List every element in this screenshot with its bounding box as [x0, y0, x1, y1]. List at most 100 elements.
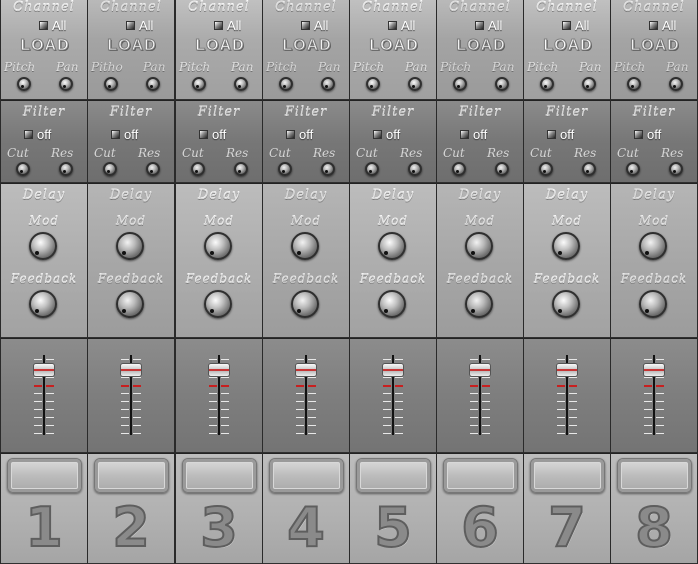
load-button[interactable]: LOAD	[18, 36, 72, 56]
feedback-knob[interactable]	[465, 290, 493, 318]
volume-fader[interactable]	[469, 363, 491, 377]
cut-knob[interactable]	[539, 162, 553, 176]
pitch-knob[interactable]	[192, 77, 206, 91]
pan-knob[interactable]	[669, 77, 683, 91]
res-knob[interactable]	[321, 162, 335, 176]
feedback-knob[interactable]	[204, 290, 232, 318]
cut-knob[interactable]	[103, 162, 117, 176]
delay-section: Delay Mod Feedback	[437, 184, 523, 338]
trigger-pad-button[interactable]	[530, 458, 605, 493]
fader-tick	[46, 385, 54, 387]
filter-toggle[interactable]: off	[199, 127, 226, 142]
all-toggle[interactable]: All	[126, 18, 153, 33]
load-button[interactable]: LOAD	[454, 36, 508, 56]
cut-knob[interactable]	[16, 162, 30, 176]
filter-section: Filter off Cut Res	[524, 101, 610, 183]
feedback-knob[interactable]	[552, 290, 580, 318]
res-knob[interactable]	[234, 162, 248, 176]
load-button[interactable]: LOAD	[541, 36, 595, 56]
mod-knob[interactable]	[204, 232, 232, 260]
pitch-label: Pitho	[91, 60, 123, 74]
filter-toggle[interactable]: off	[373, 127, 400, 142]
volume-fader[interactable]	[295, 363, 317, 377]
volume-fader[interactable]	[120, 363, 142, 377]
fader-tick	[221, 401, 229, 402]
trigger-pad-button[interactable]	[7, 458, 82, 493]
feedback-knob[interactable]	[378, 290, 406, 318]
pitch-knob[interactable]	[453, 77, 467, 91]
fader-tick	[557, 417, 565, 418]
volume-fader[interactable]	[382, 363, 404, 377]
feedback-knob[interactable]	[639, 290, 667, 318]
trigger-pad-button[interactable]	[94, 458, 169, 493]
pan-knob[interactable]	[321, 77, 335, 91]
all-toggle[interactable]: All	[475, 18, 502, 33]
res-knob[interactable]	[408, 162, 422, 176]
cut-knob[interactable]	[365, 162, 379, 176]
volume-fader[interactable]	[643, 363, 665, 377]
fader-section	[1, 339, 87, 453]
all-toggle[interactable]: All	[562, 18, 589, 33]
filter-toggle[interactable]: off	[547, 127, 574, 142]
trigger-pad-button[interactable]	[269, 458, 344, 493]
cut-knob[interactable]	[452, 162, 466, 176]
feedback-knob[interactable]	[29, 290, 57, 318]
volume-fader[interactable]	[33, 363, 55, 377]
mod-knob[interactable]	[29, 232, 57, 260]
load-button[interactable]: LOAD	[367, 36, 421, 56]
res-knob[interactable]	[59, 162, 73, 176]
pitch-knob[interactable]	[540, 77, 554, 91]
pan-knob[interactable]	[495, 77, 509, 91]
filter-toggle[interactable]: off	[460, 127, 487, 142]
res-knob[interactable]	[146, 162, 160, 176]
mod-knob[interactable]	[465, 232, 493, 260]
trigger-pad-button[interactable]	[443, 458, 518, 493]
feedback-knob[interactable]	[116, 290, 144, 318]
pan-knob[interactable]	[146, 77, 160, 91]
load-button[interactable]: LOAD	[193, 36, 247, 56]
cut-knob[interactable]	[626, 162, 640, 176]
feedback-knob[interactable]	[291, 290, 319, 318]
trigger-pad-button[interactable]	[182, 458, 257, 493]
volume-fader[interactable]	[208, 363, 230, 377]
load-button[interactable]: LOAD	[628, 36, 682, 56]
res-knob[interactable]	[582, 162, 596, 176]
mod-label: Mod	[464, 214, 496, 228]
mod-knob[interactable]	[291, 232, 319, 260]
pan-knob[interactable]	[582, 77, 596, 91]
load-button[interactable]: LOAD	[105, 36, 159, 56]
trigger-pad-button[interactable]	[617, 458, 692, 493]
mod-label: Mod	[28, 214, 60, 228]
load-button[interactable]: LOAD	[280, 36, 334, 56]
trigger-pad-button[interactable]	[356, 458, 431, 493]
res-knob[interactable]	[669, 162, 683, 176]
mod-knob[interactable]	[378, 232, 406, 260]
pitch-knob[interactable]	[366, 77, 380, 91]
cut-knob[interactable]	[278, 162, 292, 176]
filter-toggle[interactable]: off	[286, 127, 313, 142]
filter-title: Filter	[371, 105, 415, 120]
all-toggle[interactable]: All	[388, 18, 415, 33]
pan-knob[interactable]	[408, 77, 422, 91]
cut-knob[interactable]	[191, 162, 205, 176]
pitch-knob[interactable]	[17, 77, 31, 91]
pitch-knob[interactable]	[279, 77, 293, 91]
pan-knob[interactable]	[234, 77, 248, 91]
square-toggle-icon	[39, 21, 48, 30]
mod-knob[interactable]	[552, 232, 580, 260]
filter-toggle[interactable]: off	[111, 127, 138, 142]
pan-knob[interactable]	[59, 77, 73, 91]
mod-knob[interactable]	[116, 232, 144, 260]
all-toggle[interactable]: All	[39, 18, 66, 33]
pitch-knob[interactable]	[627, 77, 641, 91]
mod-knob[interactable]	[639, 232, 667, 260]
res-knob[interactable]	[495, 162, 509, 176]
all-toggle[interactable]: All	[214, 18, 241, 33]
volume-fader[interactable]	[556, 363, 578, 377]
pitch-knob[interactable]	[104, 77, 118, 91]
cut-label: Cut	[182, 146, 204, 160]
filter-toggle[interactable]: off	[24, 127, 51, 142]
filter-toggle[interactable]: off	[634, 127, 661, 142]
all-toggle[interactable]: All	[649, 18, 676, 33]
all-toggle[interactable]: All	[301, 18, 328, 33]
